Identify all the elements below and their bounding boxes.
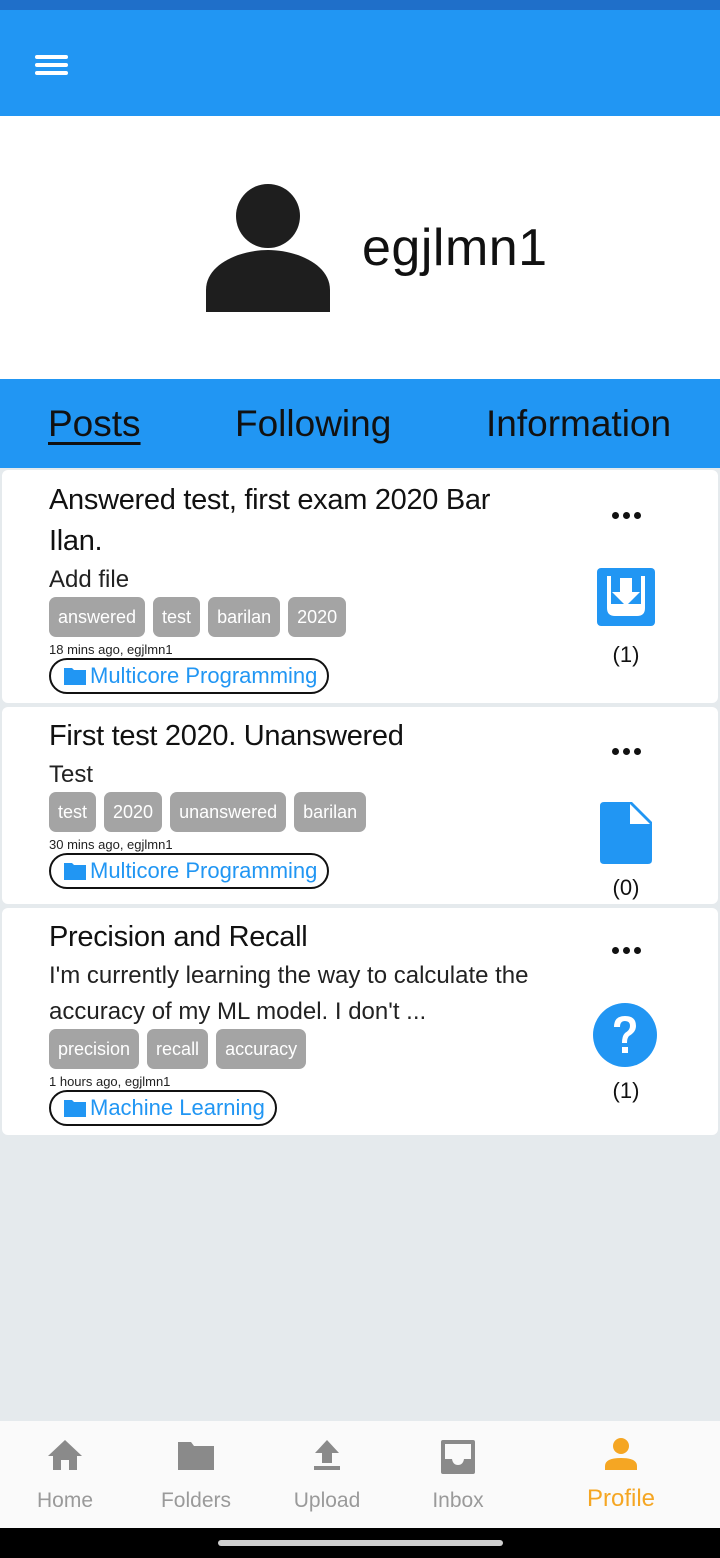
post-body: Test (49, 761, 94, 788)
tag-chip[interactable]: 2020 (288, 597, 347, 637)
nav-label: Upload (293, 1489, 361, 1512)
tag-chip[interactable]: barilan (294, 792, 367, 832)
nav-profile[interactable]: Profile (556, 1421, 686, 1528)
folder-icon (64, 1100, 86, 1117)
folder-name: Multicore Programming (90, 663, 318, 688)
profile-username: egjlmn1 (362, 219, 548, 277)
bottom-navigation: Home Folders Upload Inbox Profile (0, 1421, 720, 1528)
profile-header: egjlmn1 (0, 116, 720, 379)
folder-icon (178, 1442, 214, 1470)
post-title: First test 2020. Unanswered (49, 720, 404, 752)
tag-chip[interactable]: precision (49, 1029, 140, 1069)
post-card[interactable]: Precision and Recall I'm currently learn… (2, 908, 718, 1135)
more-options-button[interactable] (608, 743, 644, 759)
menu-button[interactable] (30, 48, 74, 82)
status-bar (0, 0, 720, 10)
tab-information[interactable]: Information (486, 403, 671, 445)
folder-chip[interactable]: Machine Learning (49, 1090, 277, 1126)
person-icon (605, 1438, 637, 1470)
tag-chip[interactable]: unanswered (170, 792, 287, 832)
folder-name: Machine Learning (90, 1095, 265, 1120)
post-meta: 1 hours ago, egjlmn1 (49, 1074, 171, 1089)
home-indicator[interactable] (218, 1540, 503, 1546)
tag-chip[interactable]: test (49, 792, 97, 832)
post-body: I'm currently learning the way to calcul… (49, 962, 529, 1025)
folder-chip[interactable]: Multicore Programming (49, 658, 330, 694)
tag-chip[interactable]: accuracy (216, 1029, 307, 1069)
post-tags: answered test barilan 2020 (49, 597, 347, 637)
post-count: (1) (612, 1078, 640, 1103)
question-icon[interactable] (593, 1003, 657, 1067)
inbox-icon (441, 1440, 475, 1474)
post-tags: test 2020 unanswered barilan (49, 792, 367, 832)
tag-chip[interactable]: test (153, 597, 201, 637)
post-meta: 30 mins ago, egjlmn1 (49, 837, 173, 852)
nav-label: Inbox (432, 1489, 484, 1512)
nav-upload[interactable]: Upload (262, 1421, 392, 1528)
upload-icon (314, 1440, 340, 1470)
document-icon[interactable] (600, 802, 652, 864)
post-body: Add file (49, 566, 130, 593)
tab-posts[interactable]: Posts (48, 403, 141, 445)
more-options-button[interactable] (608, 507, 644, 523)
tag-chip[interactable]: answered (49, 597, 146, 637)
nav-folders[interactable]: Folders (131, 1421, 261, 1528)
tag-chip[interactable]: barilan (208, 597, 281, 637)
nav-label: Profile (586, 1485, 656, 1512)
tab-following[interactable]: Following (235, 403, 391, 445)
file-download-icon[interactable] (597, 568, 655, 626)
nav-home[interactable]: Home (0, 1421, 130, 1528)
post-card[interactable]: First test 2020. Unanswered Test test 20… (2, 707, 718, 904)
nav-inbox[interactable]: Inbox (393, 1421, 523, 1528)
folder-name: Multicore Programming (90, 858, 318, 883)
avatar-person-icon (206, 184, 330, 312)
profile-tabs: Posts Following Information (0, 379, 720, 468)
hamburger-icon-line (35, 71, 68, 75)
system-navigation-bar (0, 1528, 720, 1558)
folder-icon (64, 863, 86, 880)
post-title: Answered test, first exam 2020 Bar Ilan. (49, 484, 491, 557)
tag-chip[interactable]: 2020 (104, 792, 163, 832)
tag-chip[interactable]: recall (147, 1029, 209, 1069)
post-meta: 18 mins ago, egjlmn1 (49, 642, 173, 657)
post-count: (0) (612, 875, 640, 900)
folder-chip[interactable]: Multicore Programming (49, 853, 330, 889)
more-options-button[interactable] (608, 942, 644, 958)
hamburger-icon-line (35, 55, 68, 59)
folder-icon (64, 668, 86, 685)
post-card[interactable]: Answered test, first exam 2020 Bar Ilan.… (2, 470, 718, 703)
nav-label: Folders (160, 1489, 232, 1512)
home-icon (48, 1440, 82, 1470)
post-count: (1) (612, 642, 640, 667)
app-bar (0, 10, 720, 116)
post-title: Precision and Recall (49, 921, 308, 953)
nav-label: Home (36, 1489, 94, 1512)
post-tags: precision recall accuracy (49, 1029, 307, 1069)
hamburger-icon-line (35, 63, 68, 67)
